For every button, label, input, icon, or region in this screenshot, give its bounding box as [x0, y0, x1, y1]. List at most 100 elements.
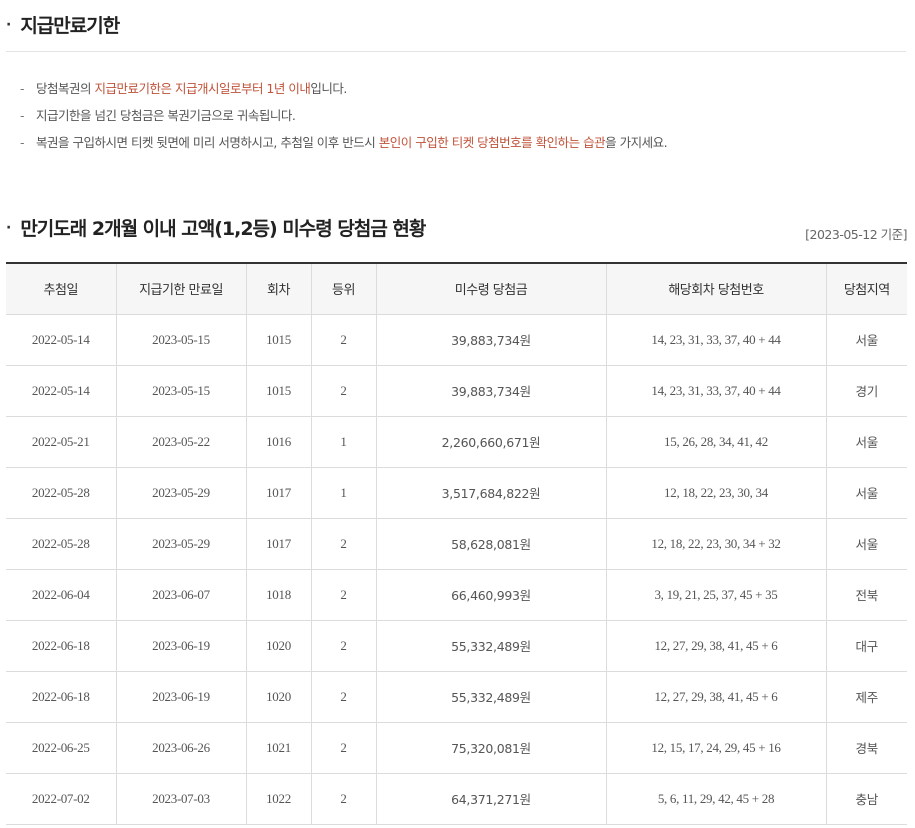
- table-cell: 2022-05-28: [6, 466, 117, 519]
- table-cell: 58,628,081원: [375, 517, 607, 570]
- table-row: 2022-05-14 2023-05-15 1015 2 39,883,734원 14, …: [6, 364, 907, 417]
- table-cell: 1021: [245, 721, 312, 774]
- table-cell: 1020: [245, 670, 312, 723]
- table-row: 2022-06-18 2023-06-19 1020 2 55,332,489원 12, …: [6, 619, 907, 672]
- table-cell: 55,332,489원: [375, 670, 607, 723]
- column-header: 해당회차 당첨번호: [605, 263, 827, 315]
- note-highlight: 지급만료기한은 지급개시일로부터 1년 이내: [94, 81, 311, 96]
- table-cell: 3, 19, 21, 25, 37, 45 + 35: [605, 568, 827, 621]
- section-title-text: 만기도래 2개월 이내 고액(1,2등) 미수령 당첨금 현황: [20, 218, 426, 240]
- table-cell: 2: [310, 568, 377, 621]
- table-cell: 서울: [825, 466, 907, 519]
- table-row: 2022-05-28 2023-05-29 1017 2 58,628,081원 12, …: [6, 517, 907, 570]
- table-cell: 2,260,660,671원: [375, 415, 607, 468]
- table-cell: 서울: [825, 313, 907, 366]
- note-text: 을 가지세요.: [605, 135, 668, 150]
- table-cell: 2022-06-04: [6, 568, 117, 621]
- table-cell: 2022-06-18: [6, 619, 117, 672]
- table-cell: 2022-05-14: [6, 364, 117, 417]
- table-cell: 1: [310, 466, 377, 519]
- note-text: 당첨복권의: [36, 81, 95, 96]
- table-cell: 1015: [245, 313, 312, 366]
- notes-list: - 당첨복권의 지급만료기한은 지급개시일로부터 1년 이내입니다. - 지급기한을 …: [20, 80, 668, 161]
- table-row: 2022-05-21 2023-05-22 1016 1 2,260,660,671원 1…: [6, 415, 907, 468]
- table-cell: 2023-06-19: [115, 670, 247, 723]
- table-row: 2022-06-18 2023-06-19 1020 2 55,332,489원 12, …: [6, 670, 907, 723]
- table-cell: 2: [310, 517, 377, 570]
- table-cell: 2022-06-18: [6, 670, 117, 723]
- table-cell: 39,883,734원: [375, 364, 607, 417]
- table-cell: 1022: [245, 772, 312, 825]
- column-header: 추첨일: [6, 263, 117, 315]
- table-cell: 1018: [245, 568, 312, 621]
- table-cell: 2022-05-14: [6, 313, 117, 366]
- section-title-unclaimed: · 만기도래 2개월 이내 고액(1,2등) 미수령 당첨금 현황: [6, 214, 426, 241]
- table-row: 2022-05-14 2023-05-15 1015 2 39,883,734원 14, …: [6, 313, 907, 366]
- table-cell: 경기: [825, 364, 907, 417]
- table-cell: 2023-05-15: [115, 313, 247, 366]
- table-cell: 2: [310, 313, 377, 366]
- table-cell: 2022-05-28: [6, 517, 117, 570]
- table-row: 2022-06-25 2023-06-26 1021 2 75,320,081원 12, …: [6, 721, 907, 774]
- table-cell: 2: [310, 772, 377, 825]
- table-cell: 2023-05-15: [115, 364, 247, 417]
- table-cell: 제주: [825, 670, 907, 723]
- table-row: 2022-05-28 2023-05-29 1017 1 3,517,684,822원 1…: [6, 466, 907, 519]
- note-item: - 당첨복권의 지급만료기한은 지급개시일로부터 1년 이내입니다.: [20, 80, 667, 107]
- table-cell: 64,371,271원: [375, 772, 607, 825]
- table-cell: 서울: [825, 517, 907, 570]
- dash-icon: -: [20, 108, 25, 123]
- table-cell: 1: [310, 415, 377, 468]
- table-cell: 2023-06-07: [115, 568, 247, 621]
- table-cell: 대구: [825, 619, 907, 672]
- table-cell: 2023-05-22: [115, 415, 247, 468]
- table-cell: 2023-05-29: [115, 466, 247, 519]
- table-cell: 14, 23, 31, 33, 37, 40 + 44: [605, 313, 827, 366]
- table-cell: 서울: [825, 415, 907, 468]
- table-row: 2022-06-04 2023-06-07 1018 2 66,460,993원 3, 1…: [6, 568, 907, 621]
- table-row: 2022-07-02 2023-07-03 1022 2 64,371,271원 5, 6…: [6, 772, 907, 825]
- table-header-row: 추첨일 지급기한 만료일 회차 등위 미수령 당첨금 해당회차 당첨번호 당첨지역: [6, 263, 907, 315]
- bullet-icon: ·: [6, 219, 11, 236]
- note-text: 지급기한을 넘긴 당첨금은 복권기금으로 귀속됩니다.: [36, 108, 296, 123]
- table-cell: 12, 27, 29, 38, 41, 45 + 6: [605, 670, 827, 723]
- table-cell: 2: [310, 364, 377, 417]
- table-cell: 2022-06-25: [6, 721, 117, 774]
- note-item: - 복권을 구입하시면 티켓 뒷면에 미리 서명하시고, 추첨일 이후 반드시 본…: [20, 134, 668, 161]
- section-title-text: 지급만료기한: [20, 15, 120, 37]
- table-cell: 2022-07-02: [6, 772, 117, 825]
- table-cell: 2: [310, 670, 377, 723]
- table-cell: 1017: [245, 517, 312, 570]
- table-cell: 2023-07-03: [115, 772, 247, 825]
- table-cell: 12, 27, 29, 38, 41, 45 + 6: [605, 619, 827, 672]
- dash-icon: -: [20, 81, 25, 96]
- table-cell: 2: [310, 619, 377, 672]
- note-item: - 지급기한을 넘긴 당첨금은 복권기금으로 귀속됩니다.: [20, 107, 667, 134]
- table-cell: 1016: [245, 415, 312, 468]
- table-cell: 1020: [245, 619, 312, 672]
- column-header: 회차: [245, 263, 312, 315]
- table-cell: 39,883,734원: [375, 313, 607, 366]
- table-cell: 경북: [825, 721, 907, 774]
- table-cell: 충남: [825, 772, 907, 825]
- table-cell: 3,517,684,822원: [375, 466, 607, 519]
- table-cell: 5, 6, 11, 29, 42, 45 + 28: [605, 772, 827, 825]
- note-text: 복권을 구입하시면 티켓 뒷면에 미리 서명하시고, 추첨일 이후 반드시: [36, 135, 379, 150]
- dash-icon: -: [20, 135, 25, 150]
- table-cell: 2023-05-29: [115, 517, 247, 570]
- table-cell: 14, 23, 31, 33, 37, 40 + 44: [605, 364, 827, 417]
- note-highlight: 본인이 구입한 티켓 당첨번호를 확인하는 습관: [378, 135, 606, 150]
- table-cell: 66,460,993원: [375, 568, 607, 621]
- base-date: [2023-05-12 기준]: [805, 227, 907, 242]
- bullet-icon: ·: [6, 16, 11, 33]
- table-cell: 2022-05-21: [6, 415, 117, 468]
- table-cell: 전북: [825, 568, 907, 621]
- column-header: 당첨지역: [825, 263, 907, 315]
- table-cell: 1017: [245, 466, 312, 519]
- column-header: 지급기한 만료일: [115, 263, 247, 315]
- table-cell: 2: [310, 721, 377, 774]
- table-cell: 75,320,081원: [375, 721, 607, 774]
- table-body: 2022-05-14 2023-05-15 1015 2 39,883,734원 14, …: [6, 313, 907, 825]
- column-header: 등위: [310, 263, 377, 315]
- table-cell: 15, 26, 28, 34, 41, 42: [605, 415, 827, 468]
